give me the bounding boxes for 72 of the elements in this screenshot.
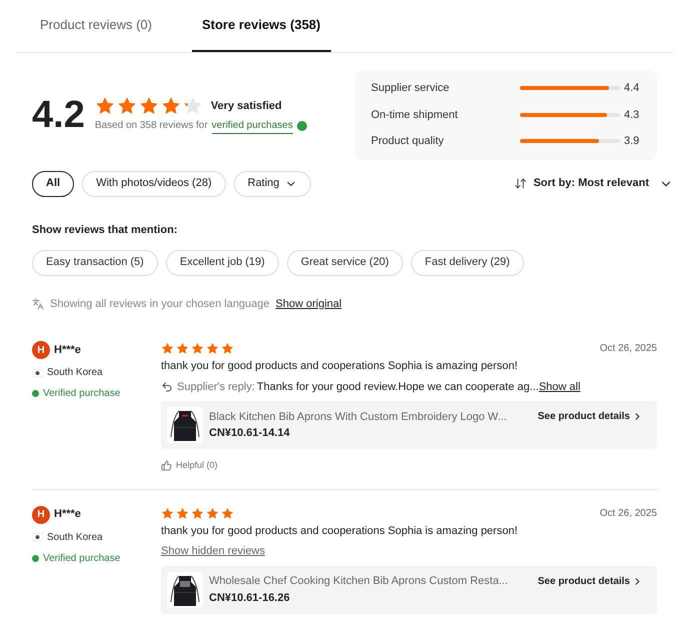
filter-chip[interactable]: With photos/videos (28)	[82, 170, 226, 196]
show-hidden-link[interactable]: Show hidden reviews	[161, 543, 265, 560]
review-text: thank you for good products and cooperations Sophia is amazing person!	[161, 359, 519, 374]
translate-icon	[32, 298, 44, 310]
filter-chip[interactable]: Rating	[234, 170, 312, 196]
verified-icon	[296, 120, 307, 131]
mention-tag[interactable]: Excellent job (19)	[166, 250, 279, 276]
tab[interactable]: Product reviews (0)	[16, 0, 176, 52]
star-icon	[116, 96, 137, 116]
verified-purchases-link[interactable]: verified purchases	[212, 118, 293, 134]
rating-value: 3.9	[624, 134, 640, 149]
sort-icon	[514, 177, 528, 190]
rating-value: 4.4	[624, 81, 640, 96]
star-icon	[206, 506, 219, 520]
verified-label: Verified purchase	[43, 552, 120, 566]
helpful-button[interactable]: Helpful (0)	[161, 459, 218, 472]
reply-label: Supplier's reply:	[177, 380, 255, 394]
product-price: CN¥10.61-14.14	[209, 426, 291, 441]
product-card[interactable]: Wholesale Chef Cooking Kitchen Bib Aprons Custom Resta... CN¥10.61-16.26 See product details	[161, 566, 657, 614]
verdict: Very satisfied	[210, 98, 282, 114]
thumbs-up-icon	[161, 460, 172, 472]
rating-value: 4.3	[624, 108, 640, 122]
mention-tag[interactable]: Easy transaction (5)	[32, 250, 158, 276]
reply-arrow-icon	[161, 380, 173, 393]
star-icon	[160, 96, 181, 116]
verified-icon	[32, 390, 39, 397]
reviewer-name: H***e	[54, 342, 81, 358]
mention-tag[interactable]: Fast delivery (29)	[410, 250, 524, 276]
avatar: H	[32, 341, 50, 359]
star-icon	[161, 506, 174, 520]
star-icon	[221, 506, 234, 520]
product-title: Black Kitchen Bib Aprons With Custom Embroidery Logo W...	[209, 410, 508, 424]
flag-icon	[32, 368, 43, 376]
show-original-link[interactable]: Show original	[276, 296, 342, 312]
tab[interactable]: Store reviews (358)	[192, 0, 330, 52]
rating-label: Supplier service	[371, 81, 450, 96]
star-icon	[138, 96, 159, 116]
star-icon	[191, 342, 204, 355]
star-icon	[221, 342, 234, 355]
country: South Korea	[47, 366, 103, 380]
product-price: CN¥10.61-16.26	[209, 590, 291, 606]
product-card[interactable]: Black Kitchen Bib Aprons With Custom Embroidery Logo W... CN¥10.61-14.14 See product details	[161, 401, 657, 449]
sort-dropdown[interactable]: Sort by: Most relevant	[514, 175, 673, 192]
product-details-link[interactable]: See product details	[538, 574, 643, 588]
star-icon	[176, 506, 189, 520]
language-note: Showing all reviews in your chosen language	[50, 296, 270, 312]
star-icon	[161, 342, 174, 355]
mention-tag[interactable]: Great service (20)	[286, 250, 403, 276]
star-icon	[182, 96, 203, 116]
mentions-title: Show reviews that mention:	[32, 224, 178, 236]
star-icon	[176, 342, 189, 355]
verified-icon	[32, 554, 39, 562]
reviewer-name: H***e	[54, 507, 81, 522]
rating-label: On-time shipment	[371, 108, 459, 122]
star-icon	[94, 96, 115, 116]
reply-text: Thanks for your good review.Hope we can cooperate ag...	[256, 380, 539, 394]
show-all-link[interactable]: Show all	[538, 378, 580, 395]
filter-chip[interactable]: All	[32, 170, 74, 196]
rating-label: Product quality	[371, 134, 445, 149]
overall-score: 4.2	[32, 96, 85, 134]
review-date: Oct 26, 2025	[600, 342, 657, 356]
review-text: thank you for good products and cooperations Sophia is amazing person!	[161, 524, 519, 538]
product-title: Wholesale Chef Cooking Kitchen Bib Aprons Custom Resta...	[209, 574, 509, 589]
verified-label: Verified purchase	[43, 387, 120, 401]
flag-icon	[32, 533, 43, 541]
country: South Korea	[47, 530, 103, 544]
product-details-link[interactable]: See product details	[538, 409, 643, 424]
review-date: Oct 26, 2025	[600, 506, 657, 520]
avatar: H	[32, 506, 50, 524]
based-on-text: Based on 358 reviews for	[94, 119, 208, 134]
star-icon	[191, 506, 204, 520]
star-icon	[206, 342, 219, 355]
